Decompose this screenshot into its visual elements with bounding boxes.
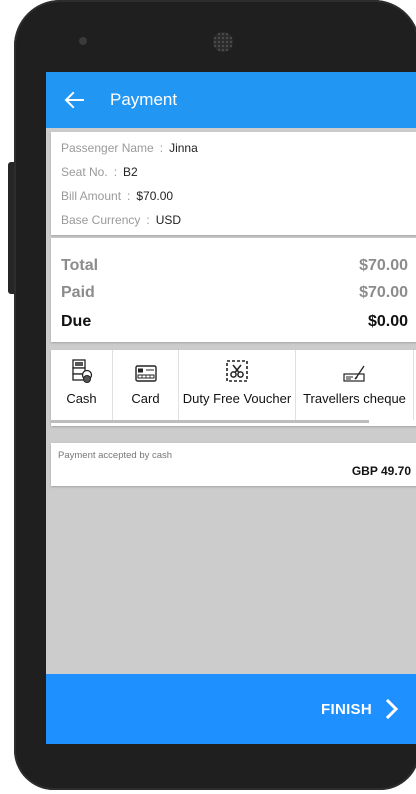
horizontal-scrollbar[interactable]: [51, 420, 369, 423]
total-label: Total: [61, 257, 99, 274]
payment-methods-list[interactable]: Cash Card Duty Free Voucher Travellers c…: [51, 350, 416, 420]
cheque-icon: [342, 365, 365, 382]
voucher-scissors-icon: [226, 360, 248, 382]
base-currency-label: Base Currency: [61, 213, 141, 227]
phone-side-button: [8, 162, 14, 294]
due-row: Due $0.00: [61, 308, 408, 336]
seat-label: Seat No.: [61, 165, 108, 179]
payment-method-label: Cash: [66, 391, 97, 406]
passenger-name-value: Jinna: [169, 141, 198, 155]
totals-card: Total $70.00 Paid $70.00 Due $0.00: [51, 238, 416, 342]
due-value: $0.00: [367, 313, 408, 330]
seat-value: B2: [123, 165, 138, 179]
base-currency-row: Base Currency: USD: [51, 208, 416, 232]
separator: :: [146, 213, 150, 227]
finish-button[interactable]: FINISH: [321, 698, 402, 720]
bill-amount-value: $70.00: [136, 189, 174, 203]
app-bar: Payment: [46, 72, 416, 128]
payment-method-travellers-cheque[interactable]: Travellers cheque: [296, 350, 414, 420]
phone-frame: Payment Passenger Name: Jinna Seat No.: B2…: [14, 0, 416, 790]
passenger-name-label: Passenger Name: [61, 141, 154, 155]
cash-icon: [71, 359, 92, 383]
app-screen: Payment Passenger Name: Jinna Seat No.: B2…: [46, 72, 416, 744]
base-currency-value: USD: [155, 213, 182, 227]
card-icon: [134, 365, 157, 382]
camera-dot: [79, 37, 87, 45]
payment-method-duty-free-voucher[interactable]: Duty Free Voucher: [179, 350, 296, 420]
back-button[interactable]: [50, 72, 98, 128]
bill-amount-row: Bill Amount: $70.00: [51, 184, 416, 208]
payment-method-label: Travellers cheque: [303, 391, 406, 406]
separator: :: [127, 189, 131, 203]
payment-method-label: Duty Free Voucher: [182, 391, 292, 406]
payment-method-cash[interactable]: Cash: [51, 350, 113, 420]
speaker-grille: [213, 32, 233, 52]
paid-label: Paid: [61, 284, 95, 301]
finish-label: FINISH: [321, 700, 372, 718]
payment-methods-card: Cash Card Duty Free Voucher Travellers c…: [51, 350, 416, 426]
bill-amount-label: Bill Amount: [61, 189, 122, 203]
payment-result-message: Payment accepted by cash: [58, 450, 173, 461]
passenger-info-card: Passenger Name: Jinna Seat No.: B2 Bill Am…: [51, 132, 416, 235]
total-row: Total $70.00: [61, 252, 408, 280]
payment-method-label: Card: [131, 391, 160, 406]
payment-result-card: Payment accepted by cash GBP 49.70: [51, 443, 416, 486]
total-value: $70.00: [359, 257, 408, 274]
footer-bar: FINISH: [46, 674, 416, 744]
seat-row: Seat No.: B2: [51, 160, 416, 184]
payment-result-amount: GBP 49.70: [351, 464, 411, 478]
passenger-name-row: Passenger Name: Jinna: [51, 136, 416, 160]
page-title: Payment: [110, 90, 178, 109]
paid-row: Paid $70.00: [61, 279, 408, 307]
payment-method-card[interactable]: Card: [113, 350, 179, 420]
arrow-left-icon: [64, 91, 84, 109]
separator: :: [159, 141, 164, 155]
paid-value: $70.00: [359, 284, 408, 301]
chevron-right-icon: [385, 698, 399, 720]
due-label: Due: [61, 313, 92, 330]
separator: :: [113, 165, 118, 179]
